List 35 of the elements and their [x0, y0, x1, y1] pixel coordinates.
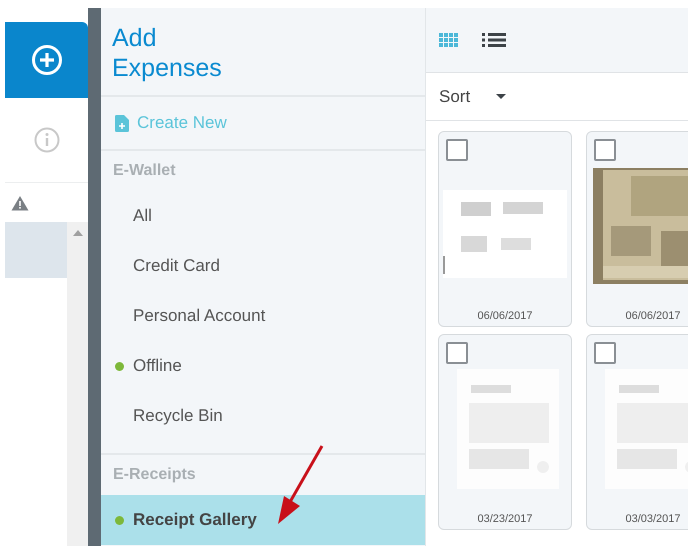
menu-item[interactable]: Personal Account — [101, 291, 425, 341]
new-document-icon[interactable] — [115, 114, 129, 132]
menu-item[interactable]: Receipt Gallery — [101, 495, 425, 545]
section-heading: E-Receipts — [113, 466, 196, 484]
menu-item[interactable]: Offline — [101, 341, 425, 391]
warning-icon[interactable] — [11, 194, 29, 210]
view-toggle[interactable] — [482, 33, 506, 47]
sort-dropdown[interactable]: Sort — [439, 86, 506, 106]
menu-item[interactable]: All — [101, 191, 425, 241]
receipt-date: 06/06/2017 — [477, 310, 533, 322]
panel-title: Add Expenses — [112, 23, 223, 83]
receipt-date: 03/23/2017 — [477, 513, 533, 525]
receipt-date: 06/06/2017 — [625, 310, 681, 322]
receipt-date: 03/03/2017 — [625, 513, 681, 525]
checkbox[interactable] — [594, 342, 616, 364]
scroll-up-icon[interactable] — [72, 230, 82, 236]
add-button[interactable] — [5, 22, 88, 98]
receipt-card[interactable]: 03/03/2017 — [586, 334, 688, 530]
plus-circle-icon — [30, 44, 62, 76]
caret-icon — [496, 94, 506, 99]
receipt-card[interactable]: 03/23/2017 — [438, 334, 572, 530]
checkbox[interactable] — [446, 139, 468, 161]
menu-item[interactable]: Credit Card — [101, 241, 425, 291]
list-pane — [5, 222, 67, 278]
info-icon[interactable] — [34, 127, 60, 153]
view-toggle[interactable] — [439, 33, 458, 47]
checkbox[interactable] — [594, 139, 616, 161]
checkbox[interactable] — [446, 342, 468, 364]
receipt-card[interactable]: 06/06/2017 — [438, 131, 572, 327]
receipt-card[interactable]: 06/06/2017 — [586, 131, 688, 327]
menu-item[interactable]: Recycle Bin — [101, 391, 425, 441]
list-view-icon — [482, 33, 506, 47]
scrollbar[interactable] — [67, 222, 88, 546]
section-heading: E-Wallet — [113, 162, 176, 180]
grid-view-icon — [439, 33, 458, 47]
